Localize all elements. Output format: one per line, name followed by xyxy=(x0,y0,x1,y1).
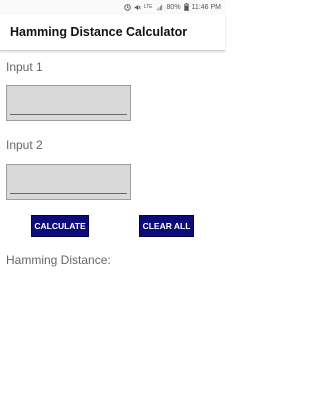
hamming-distance-label: Hamming Distance: xyxy=(6,253,111,267)
app-title: Hamming Distance Calculator xyxy=(10,25,188,39)
status-bar: LTE 80% 11:46 PM xyxy=(0,0,225,14)
signal-icon xyxy=(156,4,164,11)
app-bar: Hamming Distance Calculator xyxy=(0,14,225,51)
clock-time: 11:46 PM xyxy=(191,3,221,11)
clear-all-button[interactable]: CLEAR ALL xyxy=(139,215,194,237)
network-label: LTE xyxy=(143,4,153,10)
mute-icon xyxy=(134,4,141,11)
sync-icon xyxy=(123,3,131,11)
calculate-button[interactable]: CALCULATE xyxy=(31,215,89,237)
input1-underline xyxy=(10,114,127,115)
input1-label: Input 1 xyxy=(6,60,43,74)
input2-field[interactable] xyxy=(6,164,131,200)
input1-field[interactable] xyxy=(6,85,131,121)
battery-percent: 80% xyxy=(166,3,181,11)
battery-icon xyxy=(183,3,189,11)
input2-label: Input 2 xyxy=(6,138,43,152)
input2-underline xyxy=(10,193,127,194)
